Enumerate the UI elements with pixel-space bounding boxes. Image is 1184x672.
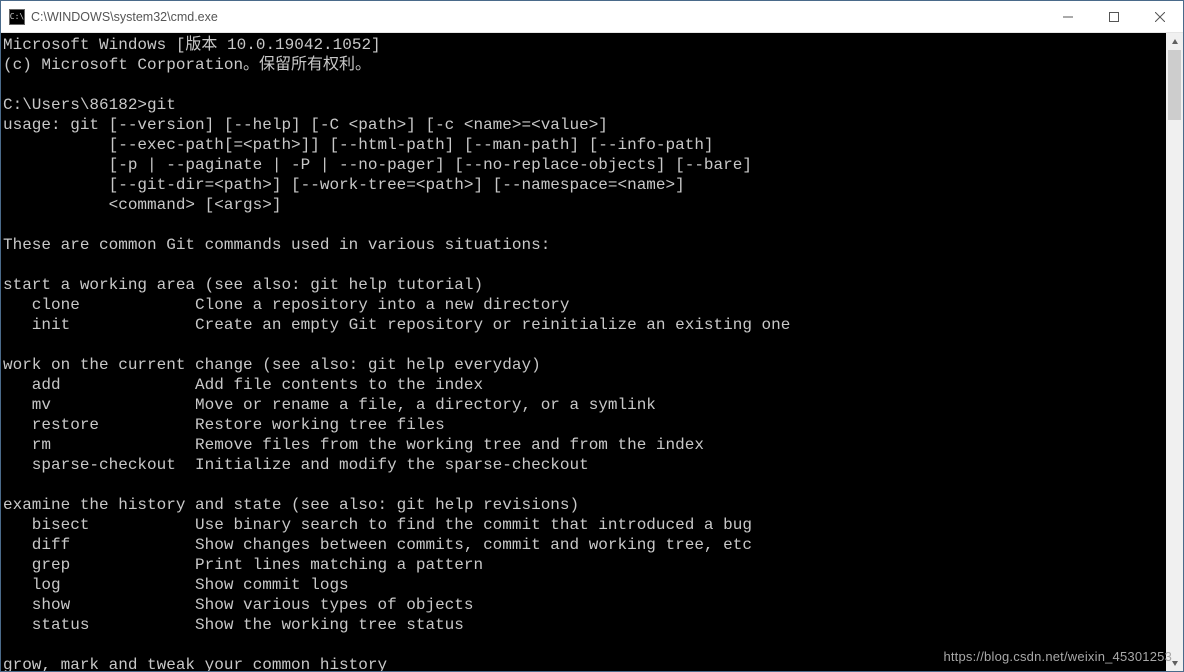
window-title: C:\WINDOWS\system32\cmd.exe (31, 10, 218, 24)
terminal-output[interactable]: Microsoft Windows [版本 10.0.19042.1052] (… (1, 33, 1166, 671)
scroll-track[interactable] (1166, 50, 1183, 654)
titlebar[interactable]: C:\ C:\WINDOWS\system32\cmd.exe (1, 1, 1183, 33)
maximize-button[interactable] (1091, 1, 1137, 33)
scroll-up-button[interactable] (1166, 33, 1183, 50)
vertical-scrollbar[interactable] (1166, 33, 1183, 671)
close-button[interactable] (1137, 1, 1183, 33)
cmd-window: C:\ C:\WINDOWS\system32\cmd.exe Microsof… (0, 0, 1184, 672)
minimize-button[interactable] (1045, 1, 1091, 33)
cmd-icon: C:\ (9, 9, 25, 25)
scroll-thumb[interactable] (1168, 50, 1181, 120)
client-area: Microsoft Windows [版本 10.0.19042.1052] (… (1, 33, 1183, 671)
watermark-text: https://blog.csdn.net/weixin_45301253 (943, 649, 1172, 664)
